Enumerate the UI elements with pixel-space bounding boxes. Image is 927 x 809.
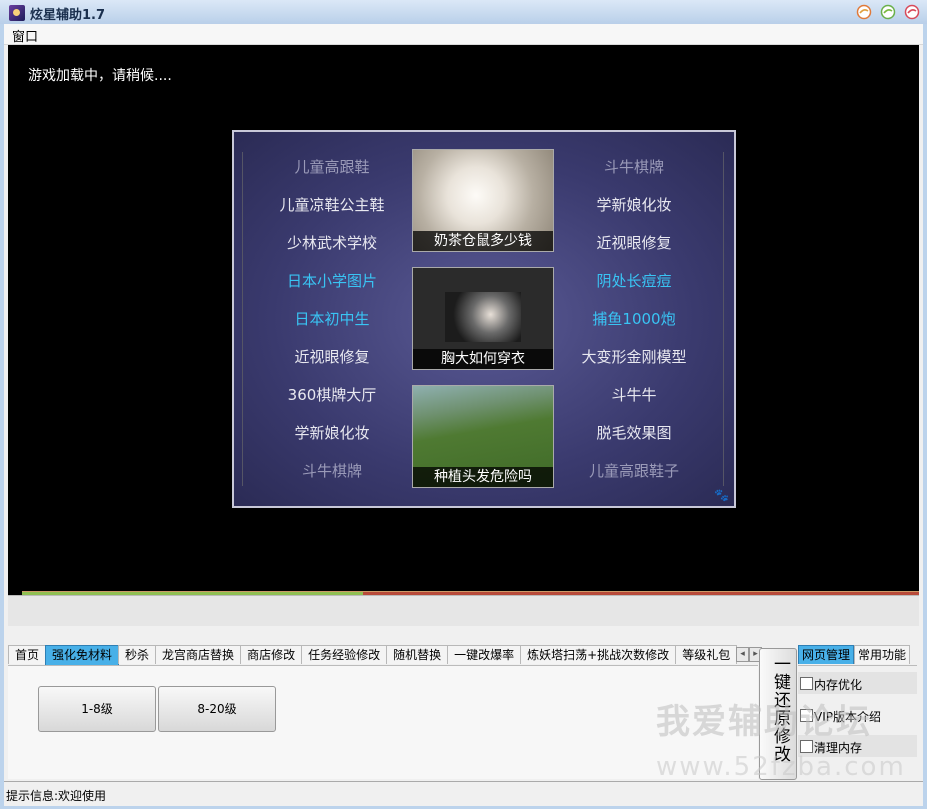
- restore-all-button[interactable]: 一键还原修改: [759, 648, 797, 780]
- loading-text: 游戏加载中，请稍候....: [28, 68, 172, 84]
- ad-right-link[interactable]: 儿童高跟鞋子: [544, 460, 724, 481]
- maximize-icon: [880, 4, 896, 20]
- ad-left-link[interactable]: 少林武术学校: [242, 232, 422, 253]
- tab-item[interactable]: 商店修改: [240, 645, 303, 664]
- game-viewport[interactable]: 游戏加载中，请稍候.... 儿童高跟鞋儿童凉鞋公主鞋 少林武术学校 日本小学图片 日本…: [8, 45, 919, 600]
- close-icon: [904, 4, 920, 20]
- spacer-band: [8, 595, 919, 626]
- checkbox[interactable]: [800, 677, 813, 690]
- option-vip-intro[interactable]: VIP版本介绍: [798, 704, 917, 726]
- ad-photo: [445, 292, 521, 342]
- ad-thumb-caption: 奶茶仓鼠多少钱: [413, 231, 553, 251]
- title-bar[interactable]: 炫星辅助1.7: [0, 0, 927, 24]
- tab-panel: 1-8级 8-20级: [8, 665, 758, 779]
- menu-window[interactable]: 窗口: [12, 26, 38, 45]
- tab-item[interactable]: 龙宫商店替换: [155, 645, 242, 664]
- status-bar: 提示信息:欢迎使用: [4, 781, 923, 806]
- ad-left-link[interactable]: 儿童凉鞋公主鞋: [242, 194, 422, 215]
- checkbox-label: 清理内存: [814, 741, 863, 755]
- tab-item[interactable]: 一键改爆率: [447, 645, 522, 664]
- tab-item[interactable]: 强化免材料: [45, 645, 120, 665]
- option-memory-optimize[interactable]: 内存优化: [798, 672, 917, 694]
- ad-thumb-caption: 胸大如何穿衣: [413, 349, 553, 369]
- close-button[interactable]: [903, 4, 921, 20]
- checkbox[interactable]: [800, 709, 813, 722]
- tab-item[interactable]: 首页: [8, 645, 47, 664]
- level-8-20-button[interactable]: 8-20级: [158, 686, 276, 732]
- level-1-8-button[interactable]: 1-8级: [38, 686, 156, 732]
- ad-left-link[interactable]: 学新娘化妆: [242, 422, 422, 443]
- ad-right-link[interactable]: 学新娘化妆: [544, 194, 724, 215]
- ad-left-link[interactable]: 斗牛棋牌: [242, 460, 422, 481]
- ad-thumb-hamster[interactable]: 奶茶仓鼠多少钱: [412, 149, 554, 252]
- ad-right-link[interactable]: 斗牛棋牌: [544, 156, 724, 177]
- status-text: 提示信息:欢迎使用: [6, 789, 107, 803]
- restore-all-label: 一键还原修改: [770, 655, 790, 763]
- tab-common-functions[interactable]: 常用功能: [854, 645, 911, 664]
- app-window: 炫星辅助1.7 窗口 游戏加载中，请稍候.... 儿童高跟鞋儿童凉鞋公主鞋 少林武…: [0, 0, 927, 809]
- tab-item[interactable]: 等级礼包: [675, 645, 738, 664]
- ad-left-link[interactable]: 日本小学图片: [242, 270, 422, 291]
- ad-left-link[interactable]: 儿童高跟鞋: [242, 156, 422, 177]
- ad-panel[interactable]: 儿童高跟鞋 儿童凉鞋公主鞋 少林武术学校 日本小学图片 日本初中生 近视眼修复 360棋牌大…: [232, 130, 736, 508]
- minimize-button[interactable]: [855, 4, 873, 20]
- tab-item[interactable]: 随机替换: [386, 645, 449, 664]
- menu-bar: 窗口: [4, 24, 923, 45]
- client-area: 窗口 游戏加载中，请稍候.... 儿童高跟鞋儿童凉鞋公主鞋 少林武术学校 日本小学图…: [4, 24, 923, 806]
- tab-scroll-left-button[interactable]: ◂: [736, 647, 749, 662]
- ad-thumb-field[interactable]: 种植头发危险吗: [412, 385, 554, 488]
- minimize-icon: [856, 4, 872, 20]
- function-tabs: 首页 强化免材料 秒杀 龙宫商店替换 商店修改 任务经验修改 随机替换 一键改爆率 炼妖塔扫荡+…: [8, 645, 768, 665]
- maximize-button[interactable]: [879, 4, 897, 20]
- option-clear-memory[interactable]: 清理内存: [798, 735, 917, 757]
- ad-thumb-portrait[interactable]: 胸大如何穿衣: [412, 267, 554, 370]
- ad-right-link[interactable]: 阴处长痘痘: [544, 270, 724, 291]
- right-tabs: 网页管理 常用功能: [798, 645, 911, 665]
- tab-item[interactable]: 炼妖塔扫荡+挑战次数修改: [520, 645, 677, 664]
- checkbox-label: VIP版本介绍: [814, 710, 881, 724]
- window-title: 炫星辅助1.7: [30, 8, 106, 23]
- ad-right-link[interactable]: 大变形金刚模型: [544, 346, 724, 367]
- ad-left-link[interactable]: 日本初中生: [242, 308, 422, 329]
- ad-thumb-caption: 种植头发危险吗: [413, 467, 553, 487]
- tab-item[interactable]: 任务经验修改: [301, 645, 388, 664]
- ad-right-link[interactable]: 脱毛效果图: [544, 422, 724, 443]
- right-panel: 内存优化 VIP版本介绍 清理内存: [798, 665, 917, 779]
- ad-left-link[interactable]: 360棋牌大厅: [242, 384, 422, 405]
- ad-right-link[interactable]: 近视眼修复: [544, 232, 724, 253]
- tab-item[interactable]: 秒杀: [118, 645, 157, 664]
- checkbox[interactable]: [800, 740, 813, 753]
- checkbox-label: 内存优化: [814, 678, 863, 692]
- ad-right-link[interactable]: 斗牛牛: [544, 384, 724, 405]
- ad-right-link[interactable]: 捕鱼1000炮: [544, 308, 724, 329]
- app-icon: [9, 5, 25, 21]
- tab-web-manage[interactable]: 网页管理: [798, 645, 855, 664]
- paw-icon[interactable]: 🐾: [714, 488, 729, 502]
- ad-left-link[interactable]: 近视眼修复: [242, 346, 422, 367]
